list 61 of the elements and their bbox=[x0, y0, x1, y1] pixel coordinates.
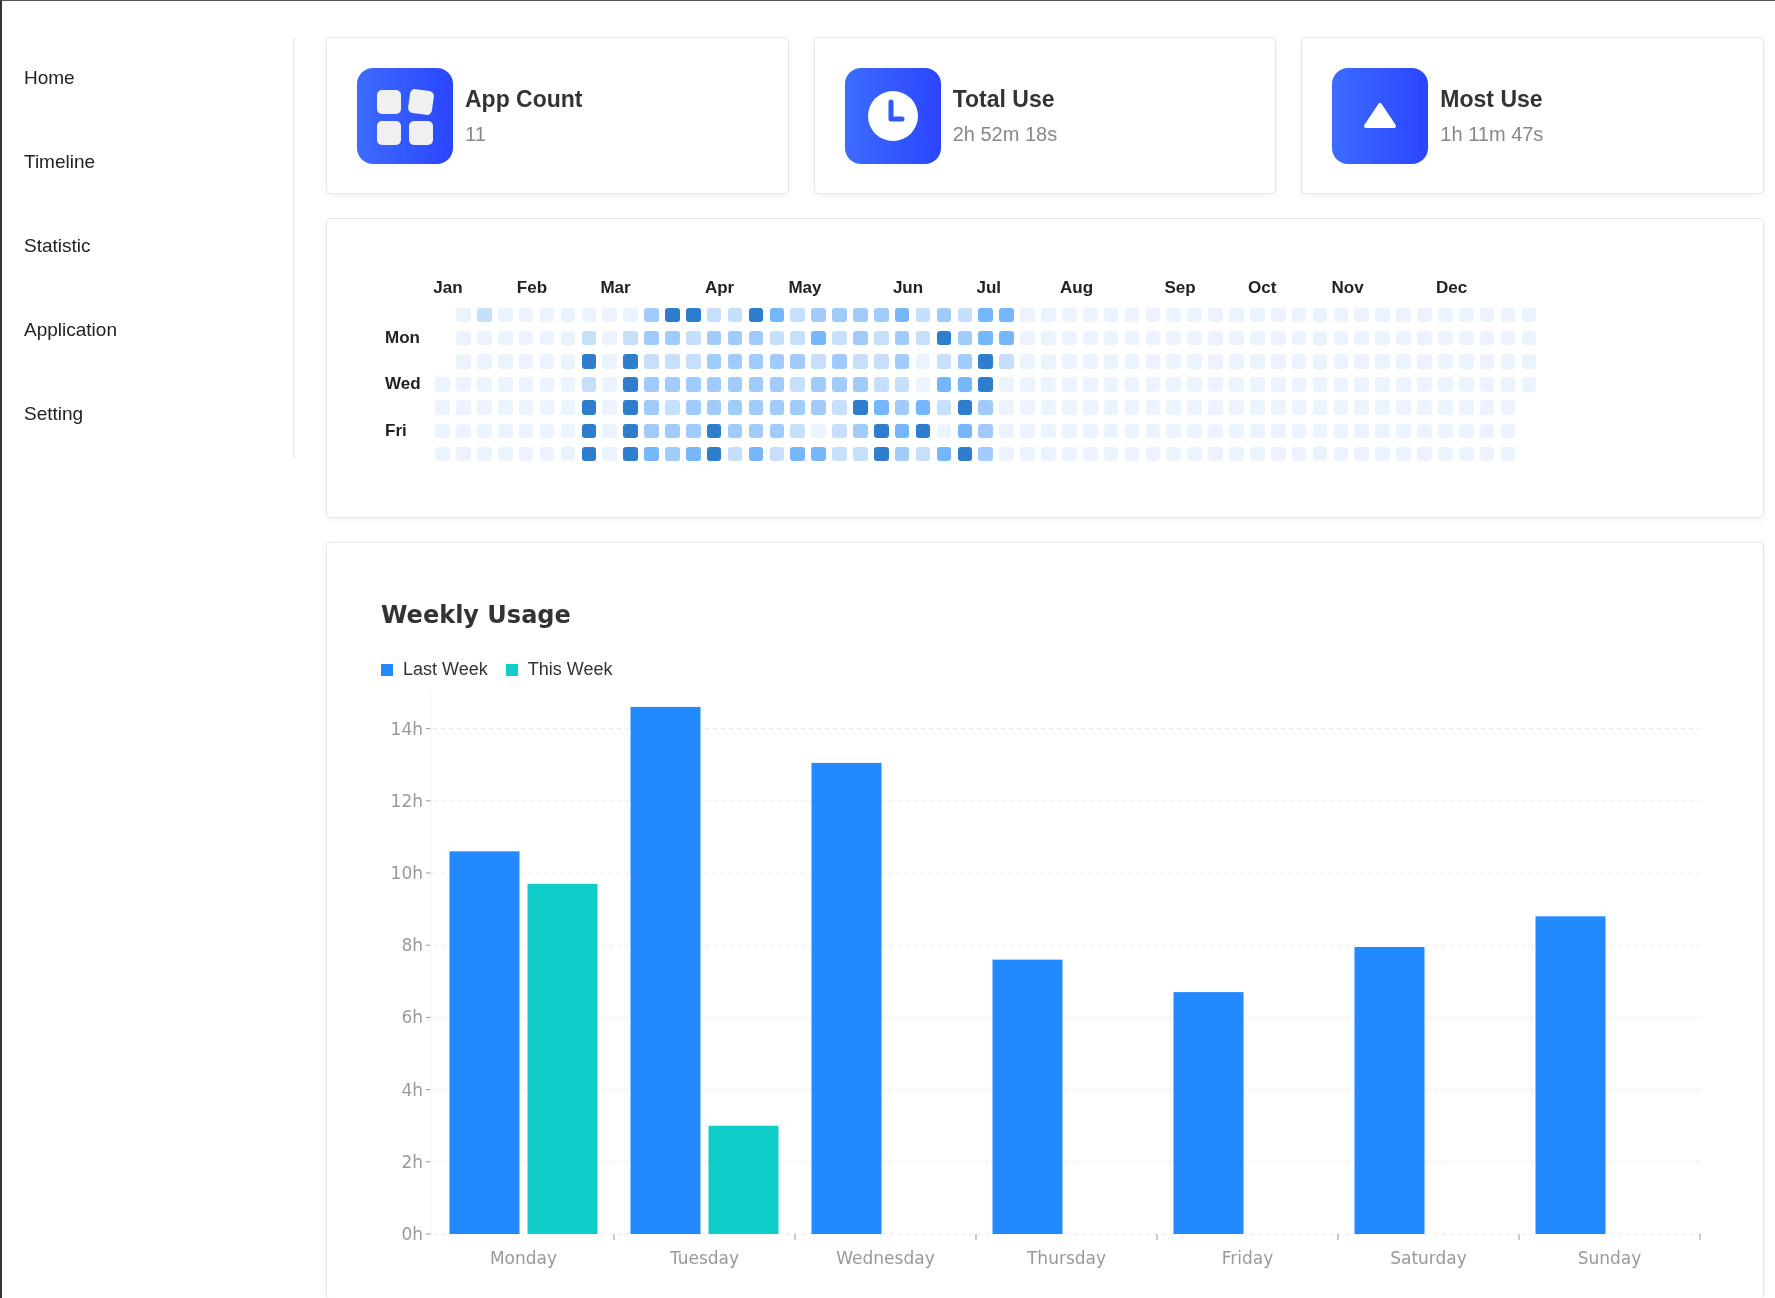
month-label: May bbox=[788, 277, 823, 299]
tick-mark bbox=[1699, 1233, 1701, 1241]
axis-label: 0h bbox=[401, 1224, 423, 1244]
axis-label: 10h bbox=[390, 863, 423, 883]
clock-icon bbox=[844, 67, 941, 164]
month-label: Apr bbox=[704, 277, 736, 299]
month-label: Jul bbox=[976, 277, 1002, 299]
card-title: App Count bbox=[465, 85, 583, 113]
card-value: 2h 52m 18s bbox=[952, 122, 1058, 146]
legend-item[interactable]: This Week bbox=[505, 659, 613, 680]
tick-mark bbox=[425, 1089, 432, 1091]
tick-mark bbox=[425, 1161, 432, 1163]
axis-label: 2h bbox=[401, 1151, 423, 1172]
tick-mark bbox=[794, 1233, 796, 1241]
tick-mark bbox=[1518, 1233, 1520, 1241]
axis-label: 6h bbox=[401, 1007, 423, 1028]
legend-item[interactable]: Last Week bbox=[381, 659, 488, 680]
nav-item[interactable]: Application bbox=[2, 318, 293, 342]
card-title: Total Use bbox=[952, 85, 1056, 113]
weekday-label: Wed bbox=[385, 377, 422, 392]
card-value: 1h 11m 47s bbox=[1440, 122, 1544, 146]
month-label: Jun bbox=[892, 277, 925, 299]
weekday-label: Fri bbox=[385, 423, 408, 439]
nav-item[interactable]: Timeline bbox=[2, 150, 293, 174]
axis-label: 4h bbox=[401, 1079, 423, 1100]
axis-label: Tuesday bbox=[669, 1248, 740, 1268]
tick-mark bbox=[425, 872, 432, 874]
axis-label: 12h bbox=[390, 790, 423, 811]
axis-label: Monday bbox=[489, 1248, 558, 1268]
chart-title: Weekly Usage bbox=[381, 601, 572, 629]
tick-mark bbox=[425, 944, 432, 946]
axis-label: Sunday bbox=[1577, 1248, 1642, 1268]
tick-mark bbox=[425, 1016, 432, 1018]
axis-label: 14h bbox=[390, 718, 423, 739]
axis-label: 8h bbox=[401, 935, 423, 956]
tick-mark bbox=[425, 800, 432, 802]
axis-label: Saturday bbox=[1390, 1248, 1467, 1268]
month-label: Jan bbox=[433, 277, 464, 299]
tick-mark bbox=[613, 1233, 615, 1241]
month-label: Aug bbox=[1060, 277, 1095, 299]
nav-item[interactable]: Home bbox=[2, 66, 293, 90]
month-label: Nov bbox=[1331, 277, 1365, 299]
axis-label: Wednesday bbox=[836, 1248, 935, 1268]
card-title: Most Use bbox=[1440, 85, 1544, 113]
weekday-label: Mon bbox=[385, 330, 421, 346]
grid-icon bbox=[357, 67, 453, 164]
nav-item[interactable]: Statistic bbox=[2, 234, 293, 258]
card-value: 11 bbox=[465, 122, 487, 146]
month-label: Mar bbox=[600, 277, 632, 299]
tick-mark bbox=[975, 1233, 977, 1241]
tick-mark bbox=[425, 728, 432, 730]
tick-mark bbox=[1156, 1233, 1158, 1241]
month-label: Feb bbox=[516, 277, 549, 299]
month-label: Oct bbox=[1248, 277, 1278, 299]
nav-item[interactable]: Setting bbox=[2, 402, 293, 426]
tick-mark bbox=[425, 1233, 432, 1235]
month-label: Sep bbox=[1164, 277, 1197, 299]
tick-mark bbox=[1337, 1233, 1339, 1241]
axis-label: Thursday bbox=[1026, 1248, 1107, 1268]
month-label: Dec bbox=[1436, 277, 1469, 299]
axis-label: Friday bbox=[1221, 1248, 1274, 1268]
